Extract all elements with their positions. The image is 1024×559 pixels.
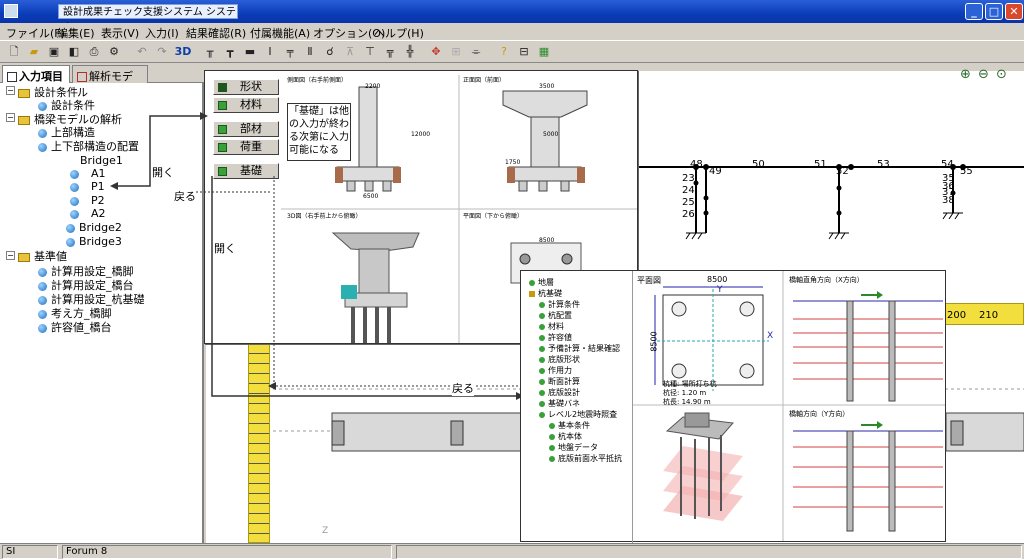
tree-item[interactable]: 底版前面水平抵抗 — [549, 453, 622, 464]
tree-label: 基礎バネ — [548, 399, 580, 408]
tree-item[interactable]: 底版設計 — [539, 387, 580, 398]
tree-item[interactable]: 予備計算・結果確認 — [539, 343, 620, 354]
tree-item[interactable]: レベル2地震時照査 — [539, 409, 617, 420]
node-icon — [549, 455, 555, 462]
tree-item[interactable]: 計算条件 — [539, 299, 580, 310]
tree-label: 杭配置 — [548, 311, 572, 320]
status-message: Forum 8 — [62, 545, 392, 559]
tree-label: 底版前面水平抵抗 — [558, 454, 622, 463]
tree-label: 材料 — [548, 322, 564, 331]
tree-label: 杭基礎 — [538, 289, 562, 298]
y-direction-title: 橋軸方向（Y方向） — [789, 410, 850, 418]
tree-item[interactable]: 作用力 — [539, 365, 572, 376]
node-icon — [539, 411, 545, 418]
tree-label: 地盤データ — [558, 443, 598, 452]
node-icon — [529, 279, 535, 286]
tree-label: 地層 — [538, 278, 554, 287]
node-icon — [549, 422, 555, 429]
tree-label: 作用力 — [548, 366, 572, 375]
tree-label: 予備計算・結果確認 — [548, 344, 620, 353]
tree-item[interactable]: 基本条件 — [549, 420, 590, 431]
node-icon — [539, 367, 545, 374]
node-icon — [539, 334, 545, 341]
folder-icon — [529, 290, 535, 297]
tree-item[interactable]: 許容値 — [539, 332, 572, 343]
tree-label: 断面計算 — [548, 377, 580, 386]
tree-label: 計算条件 — [548, 300, 580, 309]
tree-item[interactable]: 杭本体 — [549, 431, 582, 442]
status-extra — [396, 545, 1022, 559]
back-label-2: 戻る — [452, 380, 474, 396]
plan-title: 平面図 — [637, 276, 661, 285]
tree-label: 基本条件 — [558, 421, 590, 430]
node-icon — [539, 400, 545, 407]
tree-item[interactable]: 杭配置 — [539, 310, 572, 321]
plan-height-dim: 8500 — [649, 331, 659, 352]
node-icon — [539, 378, 545, 385]
tree-label: 底版設計 — [548, 388, 580, 397]
foundation-popup-window: 地層 杭基礎 計算条件 杭配置 材料 許容値 予備計算・結果確認 底版形状 作用… — [520, 270, 946, 543]
tree-label: 許容値 — [548, 333, 572, 342]
tree-item[interactable]: 断面計算 — [539, 376, 580, 387]
node-icon — [539, 356, 545, 363]
node-icon — [549, 433, 555, 440]
node-icon — [549, 444, 555, 451]
plan-width-dim: 8500 — [707, 275, 728, 284]
tree-item[interactable]: 基礎バネ — [539, 398, 580, 409]
axis-x-label: X — [767, 331, 774, 341]
open-label-1: 開く — [152, 164, 174, 180]
node-icon — [539, 323, 545, 330]
tree-label: レベル2地震時照査 — [548, 410, 618, 419]
node-icon — [539, 312, 545, 319]
tree-item[interactable]: 地盤データ — [549, 442, 598, 453]
axis-y-label: Y — [717, 285, 723, 295]
back-label-1: 戻る — [174, 188, 196, 204]
foundation-tree: 地層 杭基礎 計算条件 杭配置 材料 許容値 予備計算・結果確認 底版形状 作用… — [521, 271, 633, 543]
open-label-2: 開く — [214, 240, 236, 256]
x-direction-title: 橋軸直角方向（X方向） — [789, 276, 864, 284]
status-units: SI — [2, 545, 58, 559]
tree-label: 杭本体 — [558, 432, 582, 441]
status-bar: SI Forum 8 — [0, 543, 1024, 559]
tree-item[interactable]: 材料 — [539, 321, 564, 332]
tree-label: 底版形状 — [548, 355, 580, 364]
node-icon — [539, 389, 545, 396]
node-icon — [539, 345, 545, 352]
tree-item[interactable]: 地層 — [529, 277, 554, 288]
tree-item[interactable]: 杭基礎 — [529, 288, 562, 299]
pile-length: 杭長: 14.90 m — [663, 398, 711, 406]
tree-item[interactable]: 底版形状 — [539, 354, 580, 365]
node-icon — [539, 301, 545, 308]
